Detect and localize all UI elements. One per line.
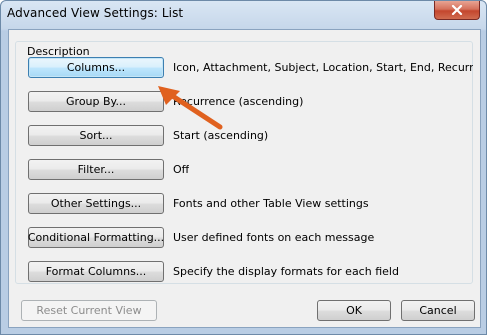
dialog-window: Advanced View Settings: List Description… [0,0,487,335]
other-settings-description: Fonts and other Table View settings [173,197,369,210]
description-groupbox: Description Columns... Icon, Attachment,… [15,41,473,284]
group-by-button[interactable]: Group By... [28,91,164,112]
sort-description: Start (ascending) [173,129,269,142]
window-title: Advanced View Settings: List [7,6,184,20]
close-button[interactable] [434,1,480,20]
cancel-button[interactable]: Cancel [401,300,475,321]
format-columns-button[interactable]: Format Columns... [28,261,164,282]
dialog-client-area: Description Columns... Icon, Attachment,… [8,29,481,328]
reset-current-view-button[interactable]: Reset Current View [21,300,157,321]
conditional-formatting-button[interactable]: Conditional Formatting... [28,227,164,248]
columns-button[interactable]: Columns... [28,57,164,78]
conditional-formatting-description: User defined fonts on each message [173,231,375,244]
title-bar: Advanced View Settings: List [1,1,486,29]
other-settings-button[interactable]: Other Settings... [28,193,164,214]
close-icon [451,5,463,15]
sort-button[interactable]: Sort... [28,125,164,146]
filter-button[interactable]: Filter... [28,159,164,180]
filter-description: Off [173,163,190,176]
format-columns-description: Specify the display formats for each fie… [173,265,399,278]
columns-description: Icon, Attachment, Subject, Location, Sta… [173,61,473,74]
group-by-description: Recurrence (ascending) [173,95,304,108]
ok-button[interactable]: OK [317,300,391,321]
